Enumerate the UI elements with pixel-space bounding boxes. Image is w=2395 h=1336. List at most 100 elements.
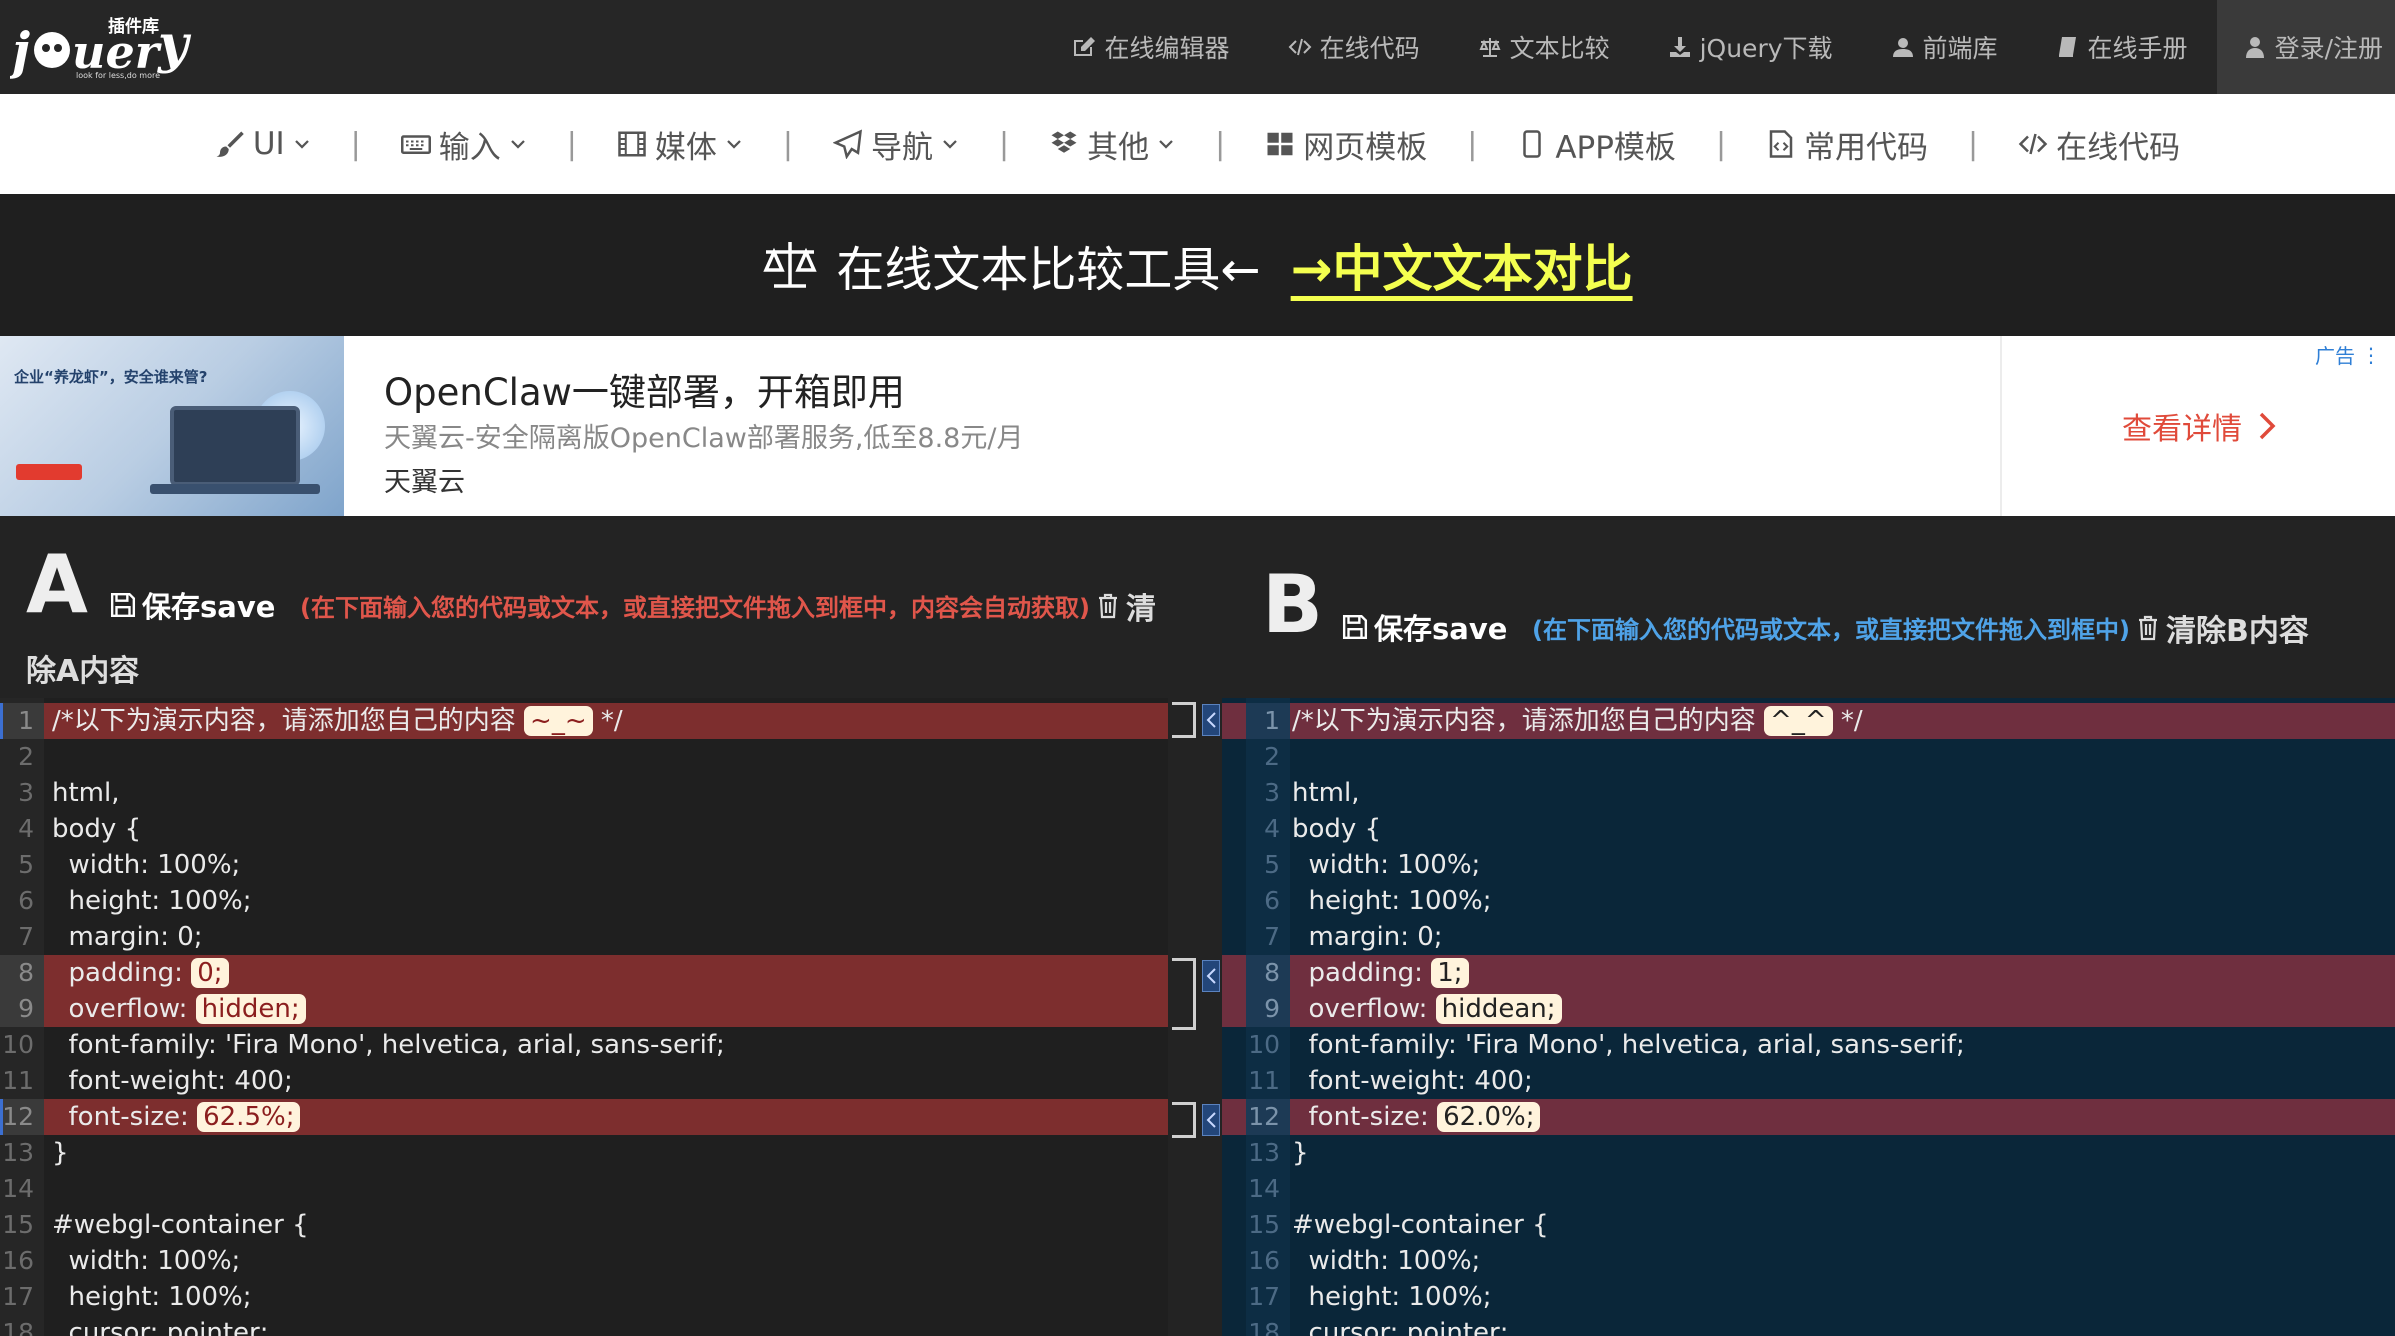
code-line[interactable]: 1/*以下为演示内容，请添加您自己的内容 ~_~ */ bbox=[0, 703, 1168, 739]
code-line[interactable]: 15 #webgl-container { bbox=[0, 1207, 1168, 1243]
code-line[interactable]: 5 width: 100%; bbox=[1222, 847, 2395, 883]
code-line[interactable]: 11 font-weight: 400; bbox=[0, 1063, 1168, 1099]
code-text[interactable]: width: 100%; bbox=[52, 1243, 241, 1279]
editor-b[interactable]: 1/*以下为演示内容，请添加您自己的内容 ^_^ */ 2 3 html, 4 body … bbox=[1222, 698, 2395, 1336]
code-text[interactable]: cursor: pointer; bbox=[52, 1315, 269, 1336]
code-text[interactable]: margin: 0; bbox=[52, 919, 203, 955]
category-app-templates[interactable]: APP模板 bbox=[1497, 122, 1696, 167]
code-line[interactable]: 10 font-family: 'Fira Mono', helvetica, … bbox=[0, 1027, 1168, 1063]
code-text[interactable]: #webgl-container { bbox=[1292, 1207, 1549, 1243]
code-text[interactable]: body { bbox=[1292, 811, 1381, 847]
code-line[interactable]: 13} bbox=[0, 1135, 1168, 1171]
code-text[interactable]: overflow: hidden; bbox=[52, 991, 306, 1027]
code-line[interactable]: 9 overflow: hidden; bbox=[0, 991, 1168, 1027]
code-text[interactable]: height: 100%; bbox=[52, 1279, 252, 1315]
code-line[interactable]: 18 cursor: pointer; bbox=[1222, 1315, 2395, 1336]
site-logo[interactable]: j uer y 插件库 look for less,do more bbox=[3, 10, 200, 80]
code-text[interactable]: font-size: 62.0%; bbox=[1292, 1099, 1541, 1135]
chinese-compare-link[interactable]: →中文文本对比 bbox=[1291, 229, 1633, 301]
code-text[interactable]: height: 100%; bbox=[1292, 883, 1492, 919]
code-line[interactable]: 5 width: 100%; bbox=[0, 847, 1168, 883]
code-line[interactable]: 13} bbox=[1222, 1135, 2395, 1171]
topnav-text-compare[interactable]: 文本比较 bbox=[1449, 0, 1639, 94]
code-line[interactable]: 1/*以下为演示内容，请添加您自己的内容 ^_^ */ bbox=[1222, 703, 2395, 739]
code-line[interactable]: 10 font-family: 'Fira Mono', helvetica, … bbox=[1222, 1027, 2395, 1063]
code-text[interactable]: height: 100%; bbox=[1292, 1279, 1492, 1315]
code-text[interactable]: cursor: pointer; bbox=[1292, 1315, 1509, 1336]
category-other[interactable]: 其他 bbox=[1029, 122, 1195, 167]
code-line[interactable]: 12 font-size: 62.0%; bbox=[1222, 1099, 2395, 1135]
category-media[interactable]: 媒体 bbox=[597, 122, 763, 167]
code-line[interactable]: 15 #webgl-container { bbox=[1222, 1207, 2395, 1243]
code-line[interactable]: 11 font-weight: 400; bbox=[1222, 1063, 2395, 1099]
code-text[interactable]: height: 100%; bbox=[52, 883, 252, 919]
topnav-frontend-lib[interactable]: 前端库 bbox=[1862, 0, 2027, 94]
code-line[interactable]: 4 body { bbox=[1222, 811, 2395, 847]
category-online-code[interactable]: 在线代码 bbox=[1998, 122, 2200, 167]
code-line[interactable]: 8 padding: 1; bbox=[1222, 955, 2395, 991]
code-text[interactable]: padding: 0; bbox=[52, 955, 229, 991]
merge-left-button[interactable] bbox=[1202, 704, 1220, 736]
topnav-login-register[interactable]: 登录/注册 bbox=[2216, 0, 2395, 94]
clear-a-button[interactable]: 清 bbox=[1096, 584, 1156, 628]
code-line[interactable]: 2 bbox=[0, 739, 1168, 775]
code-text[interactable]: font-weight: 400; bbox=[1292, 1063, 1533, 1099]
category-web-templates[interactable]: 网页模板 bbox=[1245, 122, 1447, 167]
clear-a-label-2[interactable]: 除A内容 bbox=[26, 646, 139, 690]
code-text[interactable]: /*以下为演示内容，请添加您自己的内容 ~_~ */ bbox=[52, 703, 623, 739]
category-ui[interactable]: UI bbox=[195, 126, 331, 162]
code-text[interactable]: #webgl-container { bbox=[52, 1207, 309, 1243]
ad-details-button[interactable]: 查看详情 bbox=[2122, 404, 2278, 448]
code-text[interactable]: padding: 1; bbox=[1292, 955, 1469, 991]
save-b-button[interactable]: 保存save bbox=[1342, 606, 1507, 648]
ad-title[interactable]: OpenClaw一键部署，开箱即用 bbox=[384, 362, 905, 416]
code-text[interactable]: html, bbox=[1292, 775, 1360, 811]
topnav-online-code[interactable]: 在线代码 bbox=[1259, 0, 1449, 94]
code-text[interactable]: width: 100%; bbox=[1292, 1243, 1481, 1279]
code-line[interactable]: 7 margin: 0; bbox=[1222, 919, 2395, 955]
code-text[interactable]: margin: 0; bbox=[1292, 919, 1443, 955]
code-text[interactable]: font-family: 'Fira Mono', helvetica, ari… bbox=[1292, 1027, 1965, 1063]
code-line[interactable]: 18 cursor: pointer; bbox=[0, 1315, 1168, 1336]
code-line[interactable]: 2 bbox=[1222, 739, 2395, 775]
category-input[interactable]: 输入 bbox=[381, 122, 547, 167]
category-navigation[interactable]: 导航 bbox=[813, 122, 979, 167]
code-text[interactable]: width: 100%; bbox=[1292, 847, 1481, 883]
code-line[interactable]: 17 height: 100%; bbox=[1222, 1279, 2395, 1315]
clear-b-button[interactable]: 清除B内容 bbox=[2136, 606, 2309, 650]
code-line[interactable]: 3 html, bbox=[0, 775, 1168, 811]
code-text[interactable]: } bbox=[52, 1135, 69, 1171]
topnav-online-editor[interactable]: 在线编辑器 bbox=[1044, 0, 1259, 94]
code-text[interactable]: /*以下为演示内容，请添加您自己的内容 ^_^ */ bbox=[1292, 703, 1863, 739]
code-text[interactable]: html, bbox=[52, 775, 120, 811]
code-line[interactable]: 12 font-size: 62.5%; bbox=[0, 1099, 1168, 1135]
topnav-jquery-download[interactable]: jQuery下载 bbox=[1639, 0, 1862, 94]
code-line[interactable]: 7 margin: 0; bbox=[0, 919, 1168, 955]
save-a-button[interactable]: 保存save bbox=[110, 584, 275, 626]
category-common-code[interactable]: 常用代码 bbox=[1746, 122, 1948, 167]
code-line[interactable]: 14 bbox=[1222, 1171, 2395, 1207]
ad-image[interactable]: 企业“养龙虾”，安全谁来管? bbox=[0, 336, 344, 516]
code-text[interactable]: body { bbox=[52, 811, 141, 847]
code-line[interactable]: 16 width: 100%; bbox=[1222, 1243, 2395, 1279]
topnav-online-manual[interactable]: 在线手册 bbox=[2027, 0, 2217, 94]
code-line[interactable]: 16 width: 100%; bbox=[0, 1243, 1168, 1279]
ad-label[interactable]: 广告 ⋮ bbox=[2315, 340, 2381, 369]
code-text[interactable]: font-weight: 400; bbox=[52, 1063, 293, 1099]
editor-a[interactable]: 1/*以下为演示内容，请添加您自己的内容 ~_~ */2 3 html, 4 body … bbox=[0, 698, 1168, 1336]
code-line[interactable]: 8 padding: 0; bbox=[0, 955, 1168, 991]
code-line[interactable]: 4 body { bbox=[0, 811, 1168, 847]
code-line[interactable]: 14 bbox=[0, 1171, 1168, 1207]
code-line[interactable]: 3 html, bbox=[1222, 775, 2395, 811]
code-line[interactable]: 6 height: 100%; bbox=[1222, 883, 2395, 919]
code-line[interactable]: 6 height: 100%; bbox=[0, 883, 1168, 919]
code-text[interactable]: } bbox=[1292, 1135, 1309, 1171]
merge-left-button[interactable] bbox=[1202, 1104, 1220, 1136]
code-text[interactable]: font-family: 'Fira Mono', helvetica, ari… bbox=[52, 1027, 725, 1063]
code-line[interactable]: 17 height: 100%; bbox=[0, 1279, 1168, 1315]
merge-left-button[interactable] bbox=[1202, 960, 1220, 992]
code-text[interactable]: font-size: 62.5%; bbox=[52, 1099, 301, 1135]
code-text[interactable]: overflow: hiddean; bbox=[1292, 991, 1562, 1027]
ad-banner[interactable]: 企业“养龙虾”，安全谁来管? OpenClaw一键部署，开箱即用 天翼云-安全隔… bbox=[0, 336, 2395, 516]
code-text[interactable]: width: 100%; bbox=[52, 847, 241, 883]
